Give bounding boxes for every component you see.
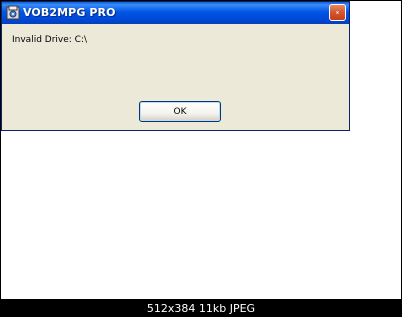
ok-button[interactable]: OK [139, 101, 221, 122]
error-dialog: VOB2MPG PRO Invalid Drive: C:\ OK [1, 1, 350, 131]
dialog-title: VOB2MPG PRO [23, 6, 116, 19]
screenshot-image: VOB2MPG PRO Invalid Drive: C:\ OK [1, 1, 401, 299]
error-message: Invalid Drive: C:\ [12, 35, 88, 45]
close-icon [336, 11, 339, 14]
app-icon [6, 5, 20, 20]
dialog-titlebar[interactable]: VOB2MPG PRO [2, 2, 349, 24]
image-info-bar: 512x384 11kb JPEG [0, 299, 402, 317]
image-viewer-frame: VOB2MPG PRO Invalid Drive: C:\ OK 512x38… [0, 0, 402, 317]
close-button[interactable] [329, 4, 346, 21]
